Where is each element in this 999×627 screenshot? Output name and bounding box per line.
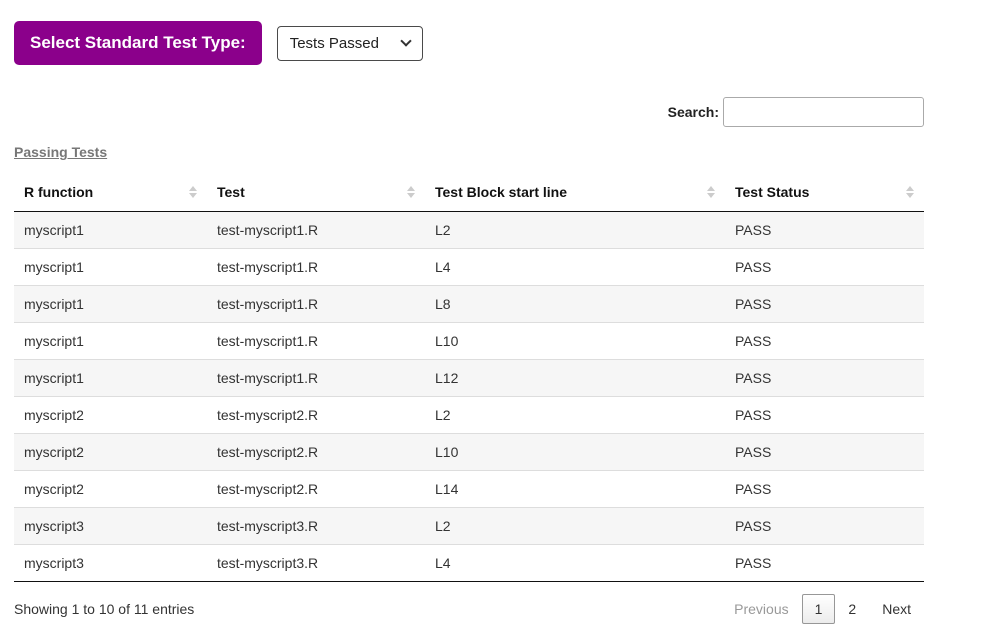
table-footer: Showing 1 to 10 of 11 entries Previous12… [14, 594, 924, 624]
column-header-label: Test [217, 184, 245, 200]
table-cell: L2 [425, 508, 725, 545]
table-row[interactable]: myscript1test-myscript1.RL10PASS [14, 323, 924, 360]
table-cell: L14 [425, 471, 725, 508]
search-input[interactable] [723, 97, 924, 127]
passing-tests-table: R function Test Test Block start line Test … [14, 173, 924, 582]
table-cell: test-myscript2.R [207, 471, 425, 508]
table-cell: L10 [425, 434, 725, 471]
page-button-2[interactable]: 2 [835, 594, 869, 624]
table-row[interactable]: myscript1test-myscript1.RL8PASS [14, 286, 924, 323]
table-cell: myscript3 [14, 545, 207, 582]
table-cell: test-myscript1.R [207, 212, 425, 249]
column-header-label: Test Block start line [435, 184, 567, 200]
table-cell: test-myscript3.R [207, 508, 425, 545]
sort-icon [906, 186, 914, 198]
table-cell: myscript1 [14, 286, 207, 323]
column-header-test-block-start-line[interactable]: Test Block start line [425, 173, 725, 212]
table-cell: myscript2 [14, 471, 207, 508]
table-cell: PASS [725, 249, 924, 286]
table-cell: test-myscript1.R [207, 249, 425, 286]
table-cell: PASS [725, 397, 924, 434]
search-label: Search: [668, 104, 719, 120]
test-type-label: Select Standard Test Type: [14, 21, 262, 65]
table-row[interactable]: myscript1test-myscript1.RL2PASS [14, 212, 924, 249]
search-bar: Search: [14, 97, 924, 127]
table-body: myscript1test-myscript1.RL2PASSmyscript1… [14, 212, 924, 582]
table-cell: L4 [425, 249, 725, 286]
page: Select Standard Test Type: Tests Passed … [14, 0, 924, 624]
table-cell: PASS [725, 286, 924, 323]
table-cell: PASS [725, 323, 924, 360]
next-page-button[interactable]: Next [869, 594, 924, 624]
table-cell: PASS [725, 212, 924, 249]
sort-icon [189, 186, 197, 198]
column-header-label: Test Status [735, 184, 809, 200]
test-type-controls: Select Standard Test Type: Tests Passed [14, 21, 924, 65]
table-cell: PASS [725, 471, 924, 508]
table-cell: myscript1 [14, 249, 207, 286]
table-cell: L4 [425, 545, 725, 582]
table-cell: test-myscript1.R [207, 360, 425, 397]
column-header-r-function[interactable]: R function [14, 173, 207, 212]
table-row[interactable]: myscript3test-myscript3.RL4PASS [14, 545, 924, 582]
table-cell: myscript1 [14, 212, 207, 249]
table-cell: myscript1 [14, 323, 207, 360]
chevron-down-icon [400, 35, 411, 46]
table-cell: test-myscript3.R [207, 545, 425, 582]
test-type-select[interactable]: Tests Passed [277, 26, 423, 61]
entries-info: Showing 1 to 10 of 11 entries [14, 601, 194, 617]
table-header-row: R function Test Test Block start line Test … [14, 173, 924, 212]
previous-page-button[interactable]: Previous [721, 594, 801, 624]
table-cell: L10 [425, 323, 725, 360]
sort-icon [407, 186, 415, 198]
table-cell: L8 [425, 286, 725, 323]
table-row[interactable]: myscript1test-myscript1.RL4PASS [14, 249, 924, 286]
table-row[interactable]: myscript2test-myscript2.RL2PASS [14, 397, 924, 434]
passing-tests-link[interactable]: Passing Tests [14, 144, 107, 160]
column-header-label: R function [24, 184, 93, 200]
table-cell: L12 [425, 360, 725, 397]
table-row[interactable]: myscript3test-myscript3.RL2PASS [14, 508, 924, 545]
table-row[interactable]: myscript2test-myscript2.RL10PASS [14, 434, 924, 471]
table-cell: myscript3 [14, 508, 207, 545]
sort-icon [707, 186, 715, 198]
pagination: Previous12Next [721, 594, 924, 624]
table-row[interactable]: myscript2test-myscript2.RL14PASS [14, 471, 924, 508]
table-cell: PASS [725, 360, 924, 397]
page-button-1[interactable]: 1 [802, 594, 836, 624]
table-cell: test-myscript2.R [207, 397, 425, 434]
table-cell: PASS [725, 434, 924, 471]
table-cell: test-myscript2.R [207, 434, 425, 471]
table-row[interactable]: myscript1test-myscript1.RL12PASS [14, 360, 924, 397]
table-cell: PASS [725, 545, 924, 582]
table-cell: L2 [425, 212, 725, 249]
column-header-test-status[interactable]: Test Status [725, 173, 924, 212]
table-cell: PASS [725, 508, 924, 545]
section-link-wrap: Passing Tests [14, 144, 924, 160]
table-cell: test-myscript1.R [207, 286, 425, 323]
column-header-test[interactable]: Test [207, 173, 425, 212]
table-cell: test-myscript1.R [207, 323, 425, 360]
test-type-select-value: Tests Passed [290, 35, 379, 52]
table-cell: myscript1 [14, 360, 207, 397]
table-cell: L2 [425, 397, 725, 434]
table-cell: myscript2 [14, 434, 207, 471]
table-cell: myscript2 [14, 397, 207, 434]
